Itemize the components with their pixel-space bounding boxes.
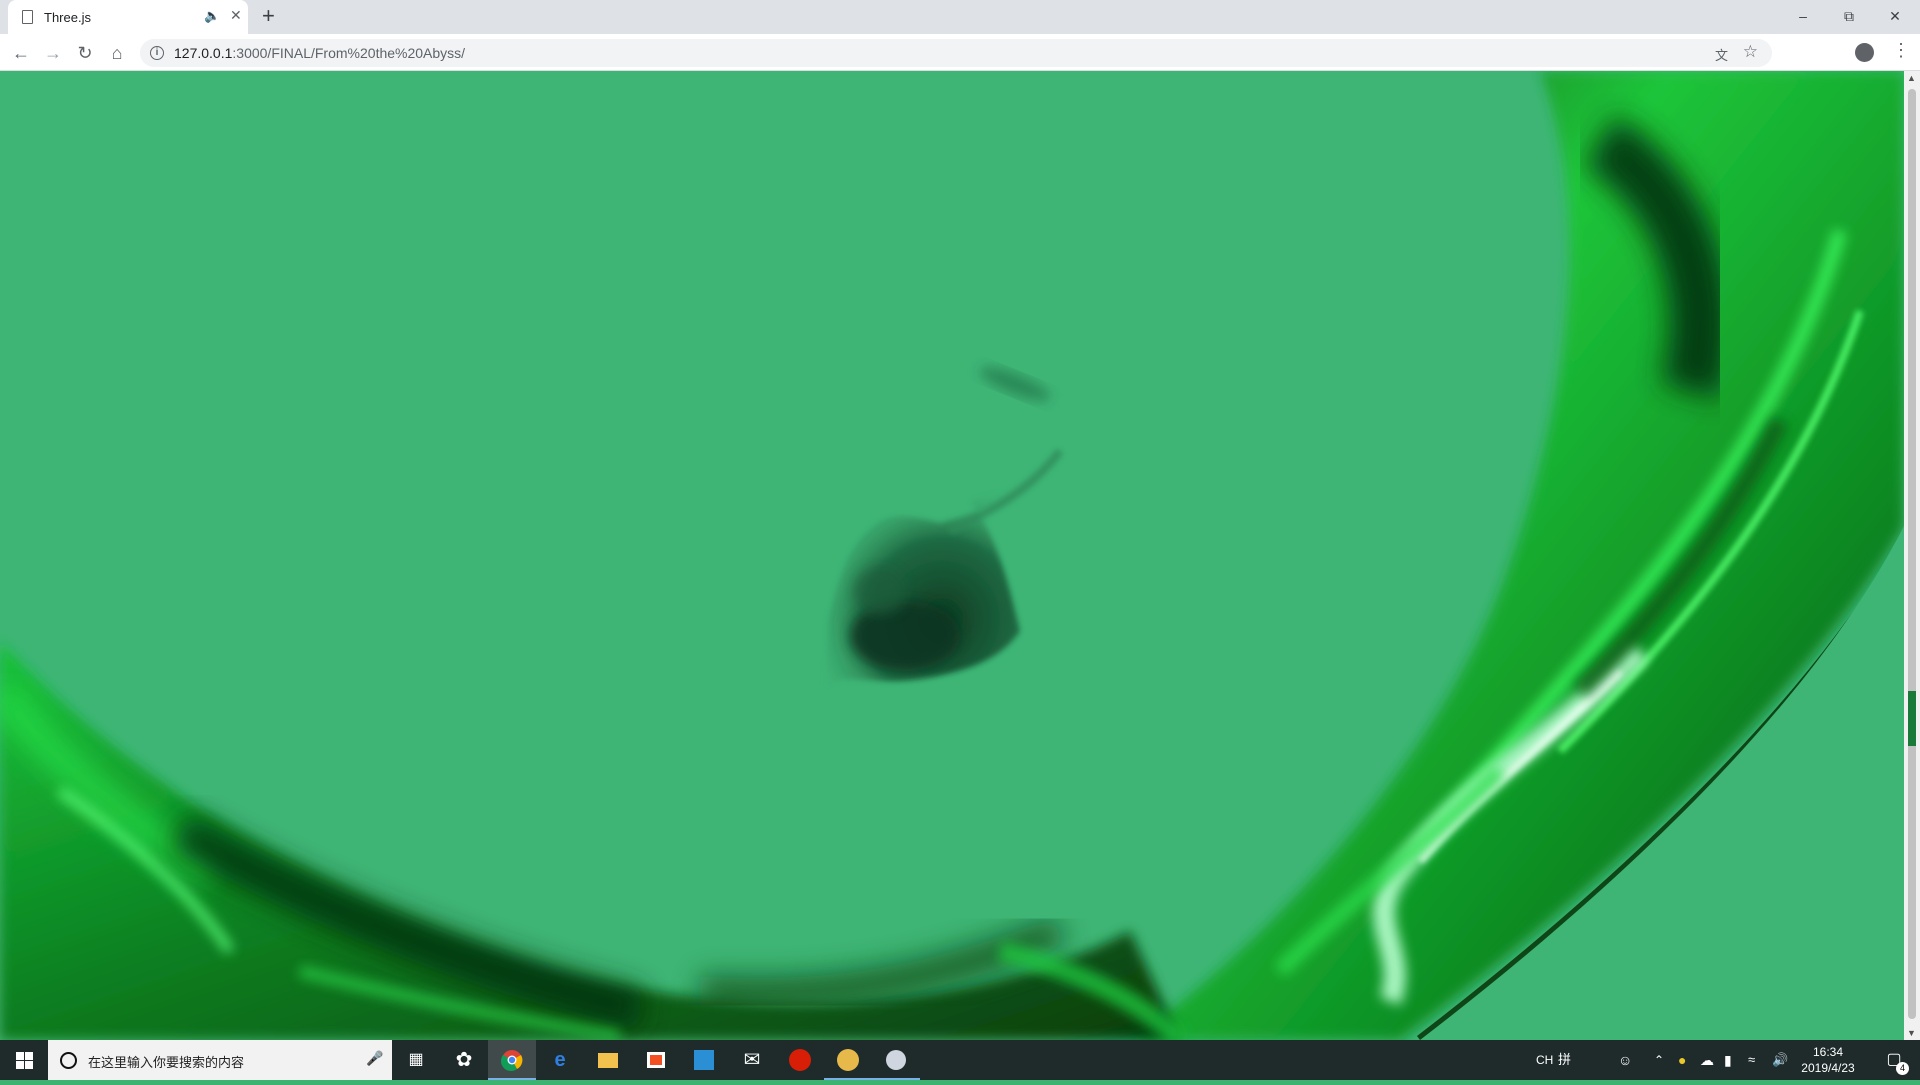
mail-icon[interactable]: ✉ [728, 1040, 776, 1080]
tab-strip: Three.js 🔈 ✕ + – ⧉ ✕ [0, 0, 1920, 34]
windows-logo-part [25, 1061, 33, 1069]
ime-language[interactable]: CH [1536, 1040, 1553, 1080]
scroll-down-icon[interactable]: ▼ [1907, 1028, 1916, 1038]
url-path: :3000/FINAL/From%20the%20Abyss/ [232, 45, 466, 61]
battery-icon[interactable]: ▮ [1724, 1040, 1732, 1080]
url-host: 127.0.0.1 [174, 45, 233, 61]
notification-badge: 4 [1896, 1062, 1909, 1075]
bookmark-star-icon[interactable]: ☆ [1743, 42, 1758, 62]
reload-icon[interactable]: ↻ [72, 40, 98, 66]
chrome-logo [501, 1050, 523, 1071]
webgl-viewport[interactable] [0, 71, 1904, 1040]
minimize-button[interactable]: – [1780, 4, 1826, 28]
scroll-up-icon[interactable]: ▲ [1907, 73, 1916, 83]
forward-icon[interactable]: → [40, 40, 66, 66]
people-icon[interactable]: ☺ [1618, 1040, 1632, 1080]
scrollbar-thumb[interactable] [1908, 89, 1916, 1019]
restore-button[interactable]: ⧉ [1826, 4, 1872, 28]
start-button[interactable] [0, 1040, 48, 1080]
profile-avatar-icon[interactable] [1855, 43, 1874, 62]
windows-taskbar: 在这里输入你要搜索的内容 🎤 ▦ ✿ e ✉ CH 拼 ☺ ⌃ ● ☁ ▮ ≈ … [0, 1040, 1920, 1080]
ime-mode[interactable]: 拼 [1558, 1040, 1571, 1080]
security-tray-icon[interactable]: ● [1678, 1040, 1686, 1080]
browser-toolbar: ← → ↻ ⌂ i 127.0.0.1:3000/FINAL/From%20th… [0, 34, 1920, 71]
scroll-marker [1908, 691, 1916, 746]
task-view-icon[interactable]: ▦ [392, 1040, 440, 1080]
url-text[interactable]: 127.0.0.1:3000/FINAL/From%20the%20Abyss/ [174, 45, 465, 61]
system-clock[interactable]: 16:34 2019/4/23 [1792, 1044, 1864, 1076]
volume-icon[interactable]: 🔊 [1772, 1040, 1788, 1080]
chrome-icon[interactable] [488, 1040, 536, 1080]
windows-logo-icon [16, 1052, 24, 1060]
clock-date: 2019/4/23 [1801, 1061, 1855, 1075]
address-bar[interactable]: i 127.0.0.1:3000/FINAL/From%20the%20Abys… [140, 39, 1772, 67]
close-window-button[interactable]: ✕ [1872, 4, 1918, 28]
microphone-icon[interactable]: 🎤 [366, 1050, 383, 1067]
netease-music-icon[interactable] [776, 1040, 824, 1080]
webgl-canvas[interactable] [0, 71, 1904, 1040]
orange-app-icon[interactable] [824, 1040, 872, 1080]
paint-app-icon[interactable] [872, 1040, 920, 1080]
action-center-icon[interactable]: ▢ 4 [1874, 1040, 1914, 1080]
new-tab-button[interactable]: + [262, 4, 275, 28]
store-icon[interactable] [632, 1040, 680, 1080]
vertical-scrollbar[interactable]: ▲ ▼ [1904, 71, 1920, 1040]
windows-logo-part [25, 1052, 33, 1060]
translate-icon[interactable]: 文 [1715, 45, 1728, 64]
cortana-icon [60, 1052, 77, 1069]
pinwheel-app-icon[interactable]: ✿ [440, 1040, 488, 1080]
taskbar-search-box[interactable]: 在这里输入你要搜索的内容 🎤 [48, 1040, 392, 1080]
show-hidden-icons-icon[interactable]: ⌃ [1654, 1040, 1664, 1080]
browser-menu-icon[interactable]: ⋮ [1892, 40, 1910, 61]
file-explorer-icon[interactable] [584, 1040, 632, 1080]
edge-icon[interactable]: e [536, 1040, 584, 1080]
back-icon[interactable]: ← [8, 40, 34, 66]
vscode-icon[interactable] [680, 1040, 728, 1080]
onedrive-icon[interactable]: ☁ [1700, 1040, 1714, 1080]
audio-playing-icon[interactable]: 🔈 [204, 8, 220, 24]
clock-time: 16:34 [1812, 1045, 1844, 1059]
browser-tab[interactable]: Three.js 🔈 ✕ [8, 0, 248, 34]
windows-logo-part [16, 1061, 24, 1069]
site-info-icon[interactable]: i [150, 46, 164, 60]
tab-title: Three.js [44, 10, 91, 25]
home-icon[interactable]: ⌂ [104, 40, 130, 66]
close-tab-icon[interactable]: ✕ [230, 7, 242, 24]
wifi-icon[interactable]: ≈ [1748, 1040, 1755, 1080]
page-icon [22, 10, 33, 24]
search-placeholder: 在这里输入你要搜索的内容 [88, 1055, 245, 1070]
